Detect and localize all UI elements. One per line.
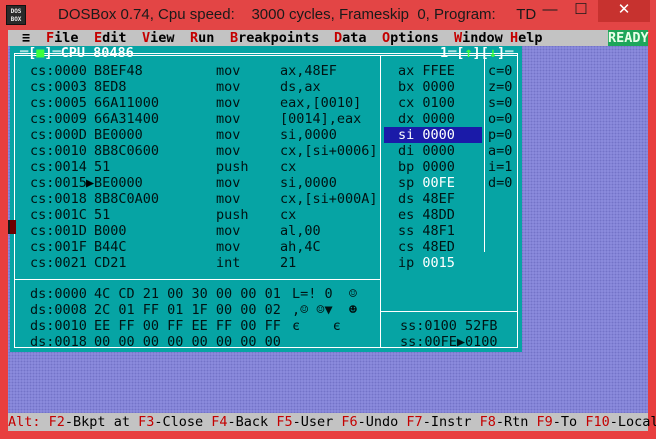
- fkey-f5[interactable]: F5-User: [276, 414, 333, 430]
- register-ax[interactable]: ax FFEE: [398, 63, 455, 79]
- system-menu[interactable]: ≡: [22, 30, 30, 46]
- window-edge-marker: [8, 220, 16, 234]
- menu-options[interactable]: Options: [382, 30, 439, 46]
- flag-s[interactable]: s=0: [488, 95, 512, 111]
- menu-edit[interactable]: Edit: [94, 30, 127, 46]
- register-ss[interactable]: ss 48F1: [398, 223, 455, 239]
- menu-window[interactable]: Window: [454, 30, 503, 46]
- cpu-window-title[interactable]: ═[■]═CPU 80486: [20, 46, 134, 60]
- fkey-f4[interactable]: F4-Back: [211, 414, 268, 430]
- register-bp[interactable]: bp 0000: [398, 159, 455, 175]
- fkey-f10[interactable]: F10-Local: [585, 414, 656, 430]
- zoom-down-icon[interactable]: ↓: [489, 45, 497, 61]
- menu-help[interactable]: Help: [510, 30, 543, 46]
- fkey-f8[interactable]: F8-Rtn: [480, 414, 529, 430]
- dos-screen[interactable]: ≡ File Edit View Run Breakpoints Data Op…: [8, 30, 656, 431]
- register-di[interactable]: di 0000: [398, 143, 455, 159]
- flag-i[interactable]: i=1: [488, 159, 512, 175]
- register-bx[interactable]: bx 0000: [398, 79, 455, 95]
- flag-d[interactable]: d=0: [488, 175, 512, 191]
- register-cs[interactable]: cs 48ED: [398, 239, 455, 255]
- menu-view[interactable]: View: [142, 30, 175, 46]
- divider-regs-stack: [380, 311, 518, 312]
- register-si-selected[interactable]: si 0000: [384, 127, 482, 143]
- fkey-f9[interactable]: F9-To: [537, 414, 578, 430]
- fkey-f7[interactable]: F7-Instr: [406, 414, 471, 430]
- flag-o[interactable]: o=0: [488, 111, 512, 127]
- register-es[interactable]: es 48DD: [398, 207, 455, 223]
- menu-run[interactable]: Run: [190, 30, 214, 46]
- dosbox-app-icon[interactable]: DOS BOX: [6, 5, 26, 25]
- stack-line-current[interactable]: ss:00FE▶0100: [400, 334, 498, 350]
- ready-indicator: READY: [608, 30, 649, 46]
- zoom-up-icon[interactable]: ↑: [464, 45, 472, 61]
- register-cx[interactable]: cx 0100: [398, 95, 455, 111]
- flag-c[interactable]: c=0: [488, 63, 512, 79]
- flag-p[interactable]: p=0: [488, 127, 512, 143]
- cpu-window-controls: 1═[↑][↓]═: [440, 45, 514, 61]
- maximize-button[interactable]: ☐: [566, 0, 596, 22]
- divider-code-registers: [380, 56, 381, 348]
- menu-file[interactable]: File: [46, 30, 79, 46]
- fkey-f6[interactable]: F6-Undo: [341, 414, 398, 430]
- frame-right: [517, 54, 518, 348]
- current-instruction-pointer-icon: ▶: [86, 175, 95, 191]
- flag-z[interactable]: z=0: [488, 79, 512, 95]
- register-dx[interactable]: dx 0000: [398, 111, 455, 127]
- fkey-f3[interactable]: F3-Close: [138, 414, 203, 430]
- function-key-bar: Alt: F2-Bkpt at F3-Close F4-Back F5-User…: [8, 413, 656, 431]
- window-title: DOSBox 0.74, Cpu speed: 3000 cycles, Fra…: [58, 6, 537, 23]
- cpu-window[interactable]: ═[■]═CPU 80486 1═[↑][↓]═ cs:0000 B8EF48 m…: [10, 46, 522, 352]
- menu-breakpoints[interactable]: Breakpoints: [230, 30, 319, 46]
- minimize-button[interactable]: —: [535, 0, 565, 22]
- register-ds[interactable]: ds 48EF: [398, 191, 455, 207]
- stack-pointer-icon: ▶: [456, 334, 466, 350]
- flag-a[interactable]: a=0: [488, 143, 512, 159]
- alt-label: Alt:: [8, 414, 41, 430]
- window-title-bar[interactable]: DOS BOX DOSBox 0.74, Cpu speed: 3000 cyc…: [0, 0, 656, 30]
- divider-registers-flags: [484, 56, 485, 252]
- register-sp[interactable]: sp 00FE: [398, 175, 455, 191]
- fkey-f2[interactable]: F2-Bkpt at: [49, 414, 130, 430]
- menu-bar: ≡ File Edit View Run Breakpoints Data Op…: [8, 30, 649, 46]
- close-button[interactable]: ✕: [598, 0, 650, 22]
- divider-code-dump: [14, 279, 380, 280]
- stack-line[interactable]: ss:0100 52FB: [400, 318, 498, 334]
- frame-left: [14, 54, 15, 348]
- menu-data[interactable]: Data: [334, 30, 367, 46]
- register-ip[interactable]: ip 0015: [398, 255, 455, 271]
